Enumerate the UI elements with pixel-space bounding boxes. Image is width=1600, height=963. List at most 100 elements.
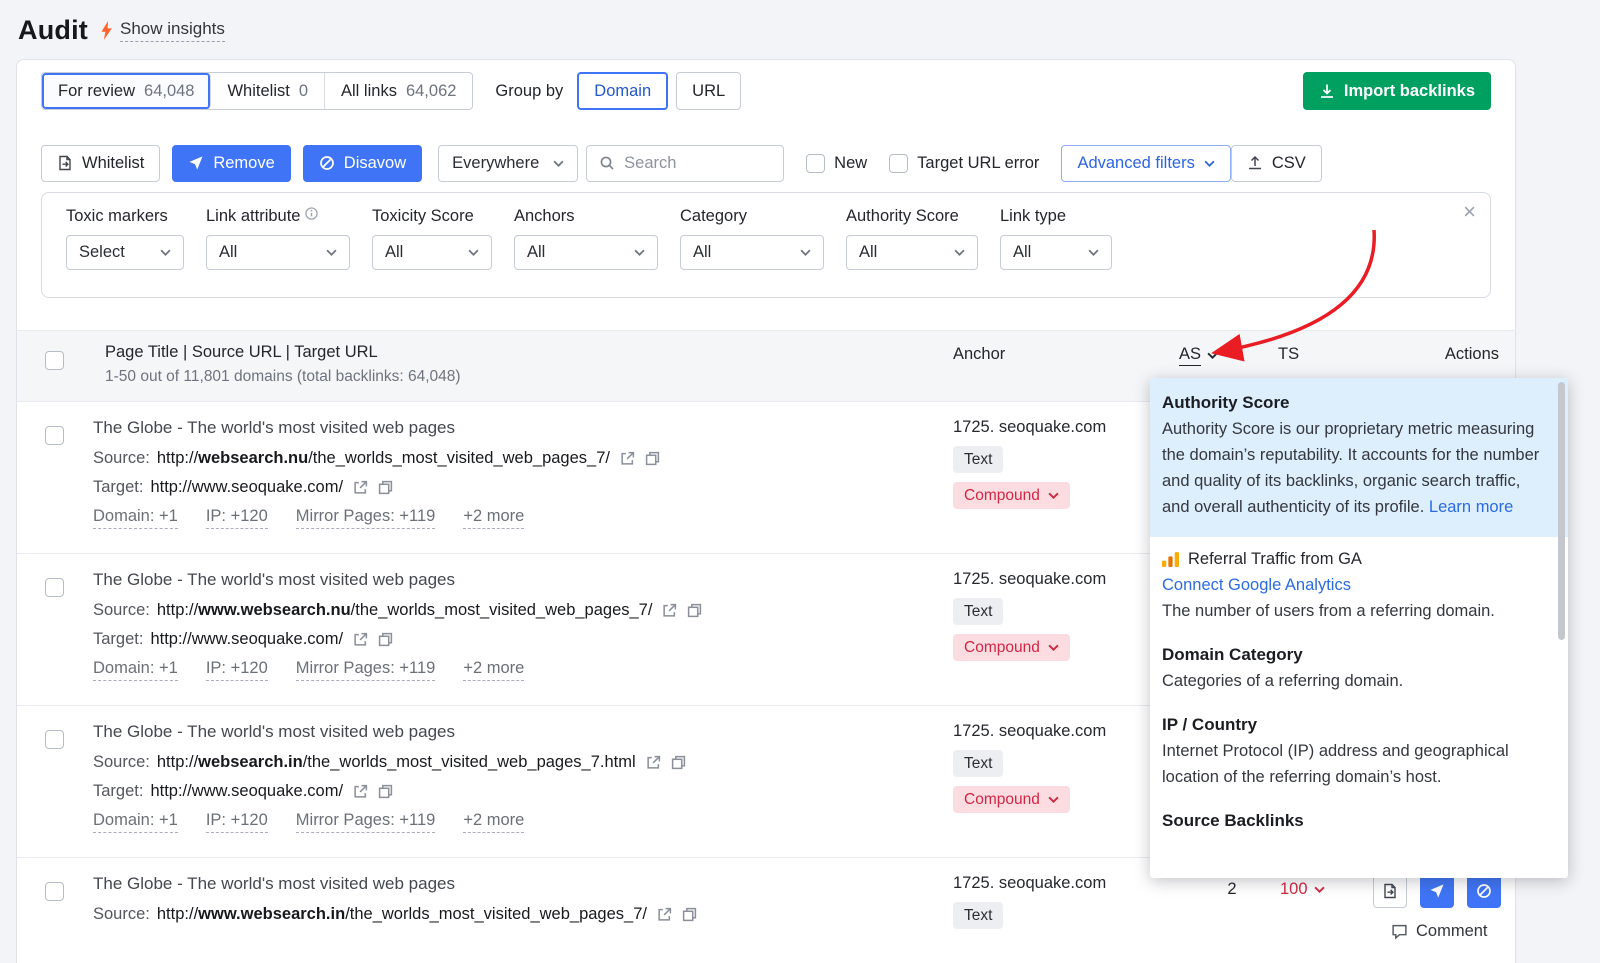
source-url[interactable]: http://websearch.in/the_worlds_most_visi… <box>157 753 636 772</box>
remove-button[interactable]: Remove <box>172 145 290 182</box>
ip-meta-link[interactable]: IP: +120 <box>206 507 268 529</box>
filter-anchors: Anchors All <box>514 207 658 270</box>
domain-meta-link[interactable]: Domain: +1 <box>93 507 178 529</box>
link-type-select[interactable]: All <box>1000 235 1112 270</box>
anchor-text: 1725. seoquake.com <box>953 874 1106 893</box>
mirror-pages-meta-link[interactable]: Mirror Pages: +119 <box>296 659 436 681</box>
for-review-count: 64,048 <box>144 82 194 101</box>
comment-icon <box>1391 923 1408 940</box>
mirror-pages-meta-link[interactable]: Mirror Pages: +119 <box>296 811 436 833</box>
more-meta-link[interactable]: +2 more <box>463 507 524 529</box>
toxicity-score-select[interactable]: All <box>372 235 492 270</box>
external-link-icon[interactable] <box>657 907 672 922</box>
scrollbar-thumb[interactable] <box>1558 382 1565 640</box>
link-type-badge[interactable]: Text <box>953 446 1003 473</box>
external-link-icon[interactable] <box>620 451 635 466</box>
scope-dropdown[interactable]: Everywhere <box>438 145 578 182</box>
tooltip-scrollbar[interactable] <box>1558 382 1565 874</box>
external-link-icon[interactable] <box>353 632 368 647</box>
toxicity-badge[interactable]: Compound <box>953 482 1070 509</box>
learn-more-link[interactable]: Learn more <box>1429 498 1513 516</box>
remove-action-button[interactable] <box>1420 874 1454 908</box>
chevron-down-icon <box>1048 644 1059 651</box>
row-checkbox[interactable] <box>45 578 64 597</box>
tab-for-review[interactable]: For review 64,048 <box>42 73 211 109</box>
tooltip-ip-country-section: IP / Country Internet Protocol (IP) addr… <box>1150 703 1568 799</box>
tooltip-title: Domain Category <box>1162 642 1552 668</box>
toxicity-score-value[interactable]: 100 <box>1280 880 1325 899</box>
comment-button[interactable]: Comment <box>1391 922 1488 941</box>
info-icon[interactable] <box>305 207 318 220</box>
column-toxicity-score[interactable]: TS <box>1278 345 1299 364</box>
copy-icon[interactable] <box>378 480 393 495</box>
target-label: Target: <box>93 782 143 801</box>
filter-toxic-markers: Toxic markers Select <box>66 207 184 270</box>
external-link-icon[interactable] <box>646 755 661 770</box>
anchors-select[interactable]: All <box>514 235 658 270</box>
select-all-checkbox[interactable] <box>45 351 64 370</box>
copy-icon[interactable] <box>687 603 702 618</box>
source-url[interactable]: http://www.websearch.nu/the_worlds_most_… <box>157 601 653 620</box>
domain-meta-link[interactable]: Domain: +1 <box>93 659 178 681</box>
target-url[interactable]: http://www.seoquake.com/ <box>150 782 343 801</box>
tab-all-links[interactable]: All links 64,062 <box>325 73 472 109</box>
row-meta: Domain: +1 IP: +120 Mirror Pages: +119 +… <box>93 507 660 529</box>
tooltip-title: Authority Score <box>1162 390 1552 416</box>
new-filter-checkbox[interactable]: New <box>806 154 867 173</box>
row-checkbox[interactable] <box>45 882 64 901</box>
link-attribute-select[interactable]: All <box>206 235 350 270</box>
column-anchor[interactable]: Anchor <box>953 345 1005 364</box>
target-url[interactable]: http://www.seoquake.com/ <box>150 630 343 649</box>
advanced-filters-button[interactable]: Advanced filters <box>1061 145 1230 182</box>
copy-icon[interactable] <box>682 907 697 922</box>
external-link-icon[interactable] <box>353 480 368 495</box>
copy-icon[interactable] <box>671 755 686 770</box>
row-checkbox[interactable] <box>45 426 64 445</box>
checkbox[interactable] <box>806 154 825 173</box>
mirror-pages-meta-link[interactable]: Mirror Pages: +119 <box>296 507 436 529</box>
copy-icon[interactable] <box>378 784 393 799</box>
authority-score-select[interactable]: All <box>846 235 978 270</box>
toxicity-badge[interactable]: Compound <box>953 634 1070 661</box>
close-icon[interactable]: × <box>1463 201 1476 223</box>
more-meta-link[interactable]: +2 more <box>463 811 524 833</box>
row-checkbox[interactable] <box>45 730 64 749</box>
anchor-cell: 1725. seoquake.com Text Compound <box>953 722 1106 813</box>
show-insights-button[interactable]: Show insights <box>100 19 225 42</box>
toxicity-badge[interactable]: Compound <box>953 786 1070 813</box>
column-authority-score[interactable]: AS <box>1179 345 1218 366</box>
export-csv-button[interactable]: CSV <box>1231 145 1322 182</box>
disavow-action-button[interactable] <box>1467 874 1501 908</box>
link-type-badge[interactable]: Text <box>953 750 1003 777</box>
domain-meta-link[interactable]: Domain: +1 <box>93 811 178 833</box>
copy-icon[interactable] <box>378 632 393 647</box>
import-backlinks-button[interactable]: Import backlinks <box>1303 72 1491 110</box>
ip-meta-link[interactable]: IP: +120 <box>206 811 268 833</box>
tab-whitelist[interactable]: Whitelist 0 <box>211 73 325 109</box>
copy-icon[interactable] <box>645 451 660 466</box>
authority-score-value: 2 <box>1207 880 1257 899</box>
category-select[interactable]: All <box>680 235 824 270</box>
whitelist-action-button[interactable] <box>1373 874 1407 908</box>
toxic-markers-select[interactable]: Select <box>66 235 184 270</box>
external-link-icon[interactable] <box>353 784 368 799</box>
link-type-badge[interactable]: Text <box>953 598 1003 625</box>
filter-panel: Toxic markers Select Link attribute All … <box>41 192 1491 298</box>
source-url[interactable]: http://www.websearch.in/the_worlds_most_… <box>157 905 647 924</box>
disavow-button[interactable]: Disavow <box>303 145 422 182</box>
more-meta-link[interactable]: +2 more <box>463 659 524 681</box>
target-url-error-checkbox[interactable]: Target URL error <box>889 154 1039 173</box>
source-label: Source: <box>93 601 150 620</box>
group-by-domain-button[interactable]: Domain <box>577 72 668 110</box>
whitelist-button[interactable]: Whitelist <box>41 145 160 182</box>
external-link-icon[interactable] <box>662 603 677 618</box>
ip-meta-link[interactable]: IP: +120 <box>206 659 268 681</box>
search-input[interactable] <box>624 154 764 173</box>
checkbox[interactable] <box>889 154 908 173</box>
connect-google-analytics-link[interactable]: Connect Google Analytics <box>1162 576 1351 594</box>
source-url[interactable]: http://websearch.nu/the_worlds_most_visi… <box>157 449 610 468</box>
link-type-badge[interactable]: Text <box>953 902 1003 929</box>
target-url[interactable]: http://www.seoquake.com/ <box>150 478 343 497</box>
page-title-text: The Globe - The world's most visited web… <box>93 722 686 742</box>
group-by-url-button[interactable]: URL <box>676 72 741 110</box>
